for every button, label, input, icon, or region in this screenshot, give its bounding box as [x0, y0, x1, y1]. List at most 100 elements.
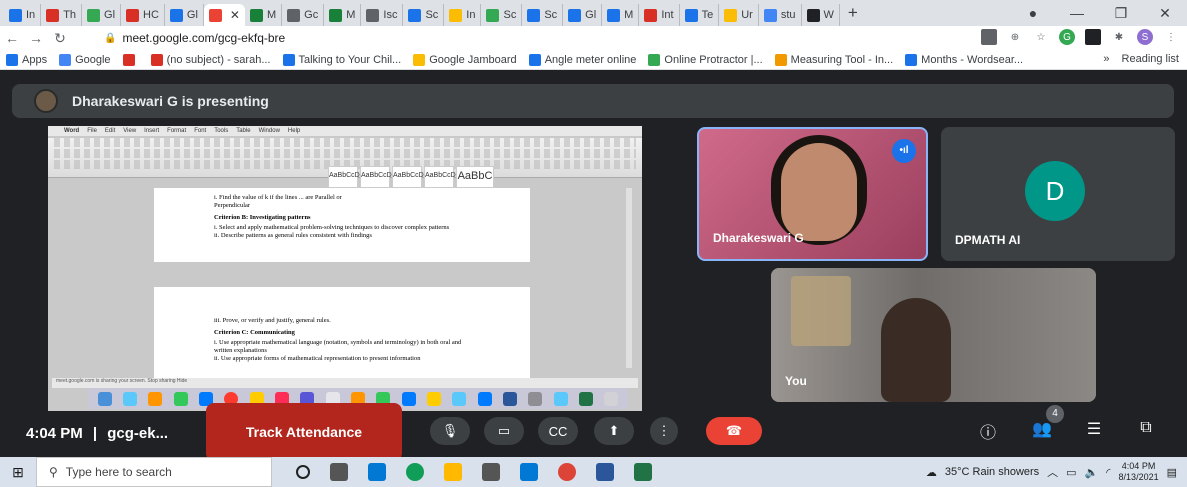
bookmark-item[interactable]	[122, 53, 139, 66]
weather-text[interactable]: 35°C Rain showers	[945, 466, 1039, 478]
taskbar-search[interactable]: ⚲ Type here to search	[36, 457, 272, 487]
captions-icon[interactable]: CC	[538, 417, 578, 445]
page1-line-1: i. Find the value of k if the lines ... …	[214, 194, 342, 201]
store-icon[interactable]	[520, 463, 538, 481]
taskbar-clock[interactable]: 4:04 PM 8/13/2021	[1119, 461, 1159, 483]
battery-icon[interactable]: ▭	[1066, 466, 1076, 479]
tab-favicon-icon	[724, 8, 738, 22]
browser-tab[interactable]: stu	[759, 4, 802, 26]
chrome-icon[interactable]	[558, 463, 576, 481]
cortana-icon[interactable]	[296, 465, 310, 479]
bookmark-star-icon[interactable]: ☆	[1033, 29, 1049, 45]
extension-icon[interactable]	[1085, 29, 1101, 45]
minimize-icon[interactable]: —	[1055, 5, 1099, 21]
browser-tab[interactable]: M	[602, 4, 640, 26]
close-window-icon[interactable]: ✕	[1143, 5, 1187, 22]
browser-tab[interactable]: Int	[639, 4, 680, 26]
restore-icon[interactable]: ❐	[1099, 5, 1143, 22]
excel-icon[interactable]	[634, 463, 652, 481]
app-icon	[173, 391, 188, 406]
microphone-icon[interactable]: 🎙	[430, 417, 470, 445]
leave-call-icon[interactable]: ☎	[706, 417, 762, 445]
browser-tab[interactable]: Th	[41, 4, 83, 26]
browser-tab[interactable]: Sc	[522, 4, 564, 26]
browser-tab[interactable]: Gl	[563, 4, 603, 26]
edge-icon[interactable]	[406, 463, 424, 481]
file-explorer-icon[interactable]	[444, 463, 462, 481]
camera-icon[interactable]	[981, 29, 997, 45]
page1-line-2: Perpendicular	[214, 202, 251, 209]
browser-tab[interactable]: Ur	[719, 4, 759, 26]
chat-icon[interactable]: ☰	[1082, 419, 1106, 439]
word-menu-item: Window	[258, 128, 280, 134]
task-view-icon[interactable]	[330, 463, 348, 481]
notifications-icon[interactable]: ▤	[1167, 466, 1177, 479]
wifi-icon[interactable]: ◜	[1106, 466, 1110, 479]
browser-tab[interactable]: M	[324, 4, 362, 26]
participant-tile-dharakeswari[interactable]: •ıl Dharakeswari G	[697, 127, 928, 261]
word-menu-item: View	[123, 128, 137, 134]
new-tab-button[interactable]: +	[840, 3, 866, 23]
bookmark-item[interactable]: (no subject) - sarah...	[150, 53, 271, 66]
browser-tab[interactable]: Sc	[481, 4, 523, 26]
browser-tab[interactable]: In	[444, 4, 482, 26]
windows-start-icon[interactable]: ⊞	[0, 464, 36, 481]
browser-tab[interactable]: ✕	[203, 4, 245, 26]
mail-icon[interactable]	[368, 463, 386, 481]
volume-icon[interactable]: 🔈	[1085, 466, 1099, 479]
grammarly-icon[interactable]: G	[1059, 29, 1075, 45]
tab-favicon-icon	[366, 8, 380, 22]
url-field[interactable]: 🔒 meet.google.com/gcg-ekfq-bre	[104, 29, 934, 47]
bookmark-label: Google Jamboard	[429, 53, 517, 66]
forward-icon[interactable]: →	[24, 30, 48, 46]
tray-overflow-icon[interactable]: ︿	[1047, 464, 1058, 480]
back-icon[interactable]: ←	[0, 30, 24, 46]
document-page-2: iii. Prove, or verify and justify, gener…	[154, 287, 530, 378]
document-area: i. Find the value of k if the lines ... …	[56, 188, 628, 378]
participant-tile-dpmath[interactable]: D DPMATH AI	[941, 127, 1175, 261]
app-icon	[401, 391, 416, 406]
reload-icon[interactable]: ↻	[48, 30, 72, 47]
bookmark-item[interactable]: Months - Wordsear...	[905, 53, 1023, 66]
browser-tab[interactable]: In	[4, 4, 42, 26]
close-tab-icon[interactable]: ✕	[230, 8, 240, 22]
activities-icon[interactable]: ⧉	[1134, 419, 1158, 437]
camera-toggle-icon[interactable]: ▭	[484, 417, 524, 445]
present-screen-icon[interactable]: ⬆	[594, 417, 634, 445]
tab-favicon-icon	[408, 8, 422, 22]
bookmark-item[interactable]: Talking to Your Chil...	[282, 53, 401, 66]
bookmark-item[interactable]: Apps	[6, 53, 47, 66]
browser-tab[interactable]: Gc	[282, 4, 325, 26]
participant-tile-you[interactable]: You	[771, 268, 1096, 402]
track-attendance-button[interactable]: Track Attendance	[206, 403, 402, 461]
bookmark-item[interactable]: Google Jamboard	[413, 53, 517, 66]
tab-favicon-icon	[9, 8, 22, 22]
puzzle-icon[interactable]: ✱	[1111, 29, 1127, 45]
more-options-icon[interactable]: ⋮	[650, 417, 678, 445]
browser-tab[interactable]: Isc	[361, 4, 404, 26]
browser-tab[interactable]: Gl	[82, 4, 122, 26]
browser-tab[interactable]: Gl	[165, 4, 204, 26]
browser-tab[interactable]: Te	[680, 4, 720, 26]
browser-tab[interactable]: HC	[121, 4, 165, 26]
zoom-icon[interactable]: ⊕	[1007, 29, 1023, 45]
reading-list-button[interactable]: Reading list	[1122, 53, 1179, 65]
meeting-info-icon[interactable]: ⓘ	[976, 419, 1000, 443]
bookmark-item[interactable]: Google	[59, 53, 111, 66]
word-icon[interactable]	[596, 463, 614, 481]
bookmark-item[interactable]: Angle meter online	[528, 53, 636, 66]
browser-tab[interactable]: Sc	[403, 4, 445, 26]
profile-avatar[interactable]: S	[1137, 29, 1153, 45]
bookmark-item[interactable]: Measuring Tool - In...	[774, 53, 893, 66]
presenting-banner: Dharakeswari G is presenting	[12, 84, 1174, 118]
bookmarks-overflow-button[interactable]: »	[1103, 53, 1109, 65]
browser-tab[interactable]: M	[245, 4, 283, 26]
chrome-menu-icon[interactable]: ⋮	[1163, 29, 1179, 45]
browser-menu-dot-icon[interactable]: ●	[1011, 5, 1055, 21]
bookmark-favicon-icon	[905, 53, 918, 66]
people-icon[interactable]: 👥	[1030, 419, 1054, 439]
browser-tab[interactable]: W	[802, 4, 840, 26]
bookmark-item[interactable]: Online Protractor |...	[648, 53, 763, 66]
tab-label: Isc	[383, 9, 398, 21]
app-icon[interactable]	[482, 463, 500, 481]
